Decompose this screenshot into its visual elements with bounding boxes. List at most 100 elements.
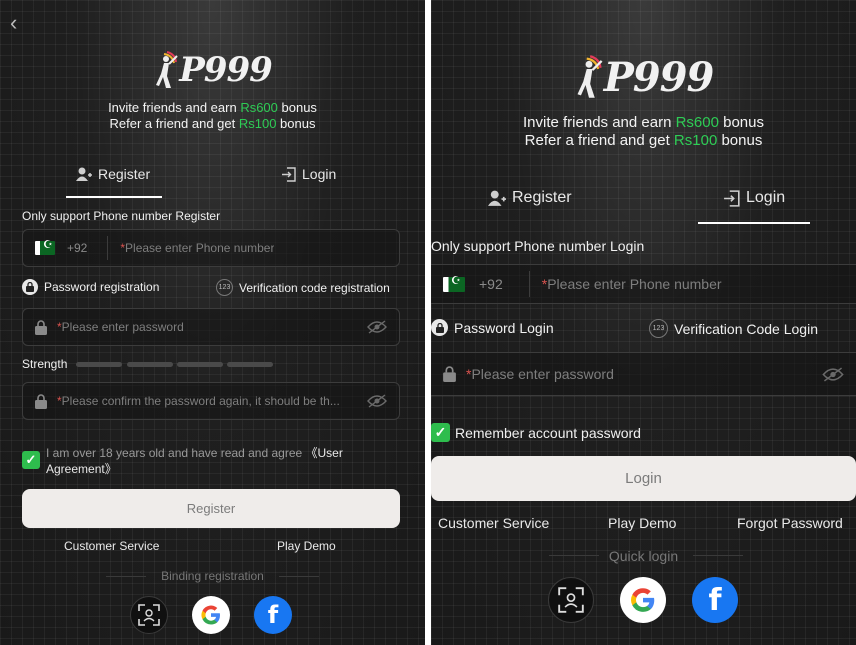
tab-login[interactable]: Login xyxy=(282,166,336,182)
eye-hidden-icon[interactable] xyxy=(367,394,387,408)
country-code[interactable]: +92 xyxy=(479,276,503,292)
lock-badge-icon xyxy=(431,319,448,336)
play-demo-link[interactable]: Play Demo xyxy=(608,515,676,531)
verification-registration-label: Verification code registration xyxy=(239,280,390,295)
strength-segment xyxy=(227,362,273,367)
confirm-password-placeholder: Please confirm the password again, it sh… xyxy=(61,394,340,408)
binding-registration-label: Binding registration xyxy=(161,569,264,583)
verification-registration-option[interactable]: 123 Verification code registration xyxy=(216,279,390,296)
strength-segment xyxy=(76,362,122,367)
login-button[interactable]: Login xyxy=(431,456,856,501)
user-add-icon xyxy=(488,190,506,206)
promo-amount-1: Rs600 xyxy=(675,114,719,131)
face-id-icon xyxy=(138,604,160,626)
facebook-icon: f xyxy=(267,601,279,629)
phone-input[interactable]: *Please enter Phone number xyxy=(542,276,722,292)
promo-line-1: Invite friends and earn Rs600 bonus xyxy=(0,100,425,116)
face-id-icon xyxy=(558,587,584,613)
promo-line-2-suffix: bonus xyxy=(276,116,316,131)
password-placeholder: Please enter password xyxy=(61,320,184,334)
promo-line-2-suffix: bonus xyxy=(717,132,763,149)
agreement-checkbox[interactable]: ✓ xyxy=(22,451,40,469)
promo-line-2: Refer a friend and get Rs100 bonus xyxy=(431,132,856,150)
google-icon xyxy=(631,588,655,612)
password-registration-option[interactable]: Password registration xyxy=(22,279,159,295)
divider-line xyxy=(279,576,319,577)
password-placeholder: Please enter password xyxy=(471,366,614,382)
divider-line xyxy=(693,555,743,556)
tab-login[interactable]: Login xyxy=(724,189,785,207)
register-button[interactable]: Register xyxy=(22,489,400,528)
promo-line-1-prefix: Invite friends and earn xyxy=(108,100,241,115)
register-panel: ‹ P999 Invite friends and earn Rs600 bon… xyxy=(0,0,425,645)
eye-hidden-icon[interactable] xyxy=(822,366,844,382)
google-button[interactable] xyxy=(192,596,230,634)
phone-field[interactable]: +92 *Please enter Phone number xyxy=(431,264,856,304)
lock-icon xyxy=(443,366,456,382)
login-door-icon xyxy=(282,166,296,182)
password-login-option[interactable]: Password Login xyxy=(431,319,554,336)
active-tab-indicator xyxy=(698,222,810,224)
strength-segment xyxy=(127,362,173,367)
password-registration-label: Password registration xyxy=(44,280,160,294)
verification-login-option[interactable]: 123 Verification Code Login xyxy=(649,319,818,338)
google-button[interactable] xyxy=(620,577,666,623)
quick-login-label: Quick login xyxy=(608,548,679,564)
eye-hidden-icon[interactable] xyxy=(367,320,387,334)
tab-register[interactable]: Register xyxy=(76,166,150,182)
play-demo-link[interactable]: Play Demo xyxy=(277,539,336,553)
facebook-icon: f xyxy=(708,582,722,618)
login-notice: Only support Phone number Login xyxy=(431,238,645,254)
field-separator xyxy=(107,236,109,260)
forgot-password-link[interactable]: Forgot Password xyxy=(737,515,843,531)
phone-field[interactable]: +92 *Please enter Phone number xyxy=(22,229,400,267)
user-add-icon xyxy=(76,167,92,181)
app-logo: P999 xyxy=(0,48,425,92)
active-tab-indicator xyxy=(66,196,162,198)
customer-service-link[interactable]: Customer Service xyxy=(438,515,549,531)
promo-text: Invite friends and earn Rs600 bonus Refe… xyxy=(431,114,856,150)
phone-input[interactable]: *Please enter Phone number xyxy=(120,241,274,255)
login-panel: P999 Invite friends and earn Rs600 bonus… xyxy=(431,0,856,645)
tab-login-label: Login xyxy=(302,166,337,182)
remember-password-label[interactable]: Remember account password xyxy=(455,425,641,441)
promo-amount-2: Rs100 xyxy=(238,116,277,131)
customer-service-link[interactable]: Customer Service xyxy=(64,539,159,553)
tab-login-label: Login xyxy=(746,189,786,206)
password-field[interactable]: *Please enter password xyxy=(22,308,400,346)
confirm-password-field[interactable]: *Please confirm the password again, it s… xyxy=(22,382,400,420)
promo-line-1-suffix: bonus xyxy=(718,114,764,131)
agreement-statement: I am over 18 years old and have read and… xyxy=(46,446,306,460)
lock-badge-icon xyxy=(22,279,38,295)
password-login-label: Password Login xyxy=(454,319,554,336)
register-notice: Only support Phone number Register xyxy=(22,209,221,223)
password-field[interactable]: *Please enter password xyxy=(431,352,856,396)
login-door-icon xyxy=(724,189,740,207)
logo-text: P999 xyxy=(603,53,715,101)
country-code[interactable]: +92 xyxy=(67,241,87,255)
agreement-text: I am over 18 years old and have read and… xyxy=(46,445,376,477)
tab-register-label: Register xyxy=(512,189,572,206)
back-chevron-icon[interactable]: ‹ xyxy=(10,10,17,36)
pakistan-flag-icon xyxy=(443,274,465,292)
google-icon xyxy=(201,605,220,625)
face-id-button[interactable] xyxy=(130,596,168,634)
phone-placeholder: Please enter Phone number xyxy=(125,241,275,255)
verification-login-label: Verification Code Login xyxy=(674,320,818,337)
remember-password-checkbox[interactable]: ✓ xyxy=(431,423,450,442)
tab-register[interactable]: Register xyxy=(488,189,572,207)
lock-icon xyxy=(35,319,47,335)
promo-line-1-suffix: bonus xyxy=(277,100,317,115)
face-id-button[interactable] xyxy=(548,577,594,623)
facebook-button[interactable]: f xyxy=(254,596,292,634)
field-separator xyxy=(528,271,530,297)
facebook-button[interactable]: f xyxy=(692,577,738,623)
password-input[interactable]: *Please enter password xyxy=(57,320,367,334)
password-input[interactable]: *Please enter password xyxy=(466,366,822,382)
number-badge-icon: 123 xyxy=(649,319,668,338)
lock-icon xyxy=(35,393,47,409)
logo-text: P999 xyxy=(179,50,273,90)
confirm-password-input[interactable]: *Please confirm the password again, it s… xyxy=(57,394,367,408)
promo-line-2: Refer a friend and get Rs100 bonus xyxy=(0,116,425,132)
app-logo: P999 xyxy=(431,52,856,102)
